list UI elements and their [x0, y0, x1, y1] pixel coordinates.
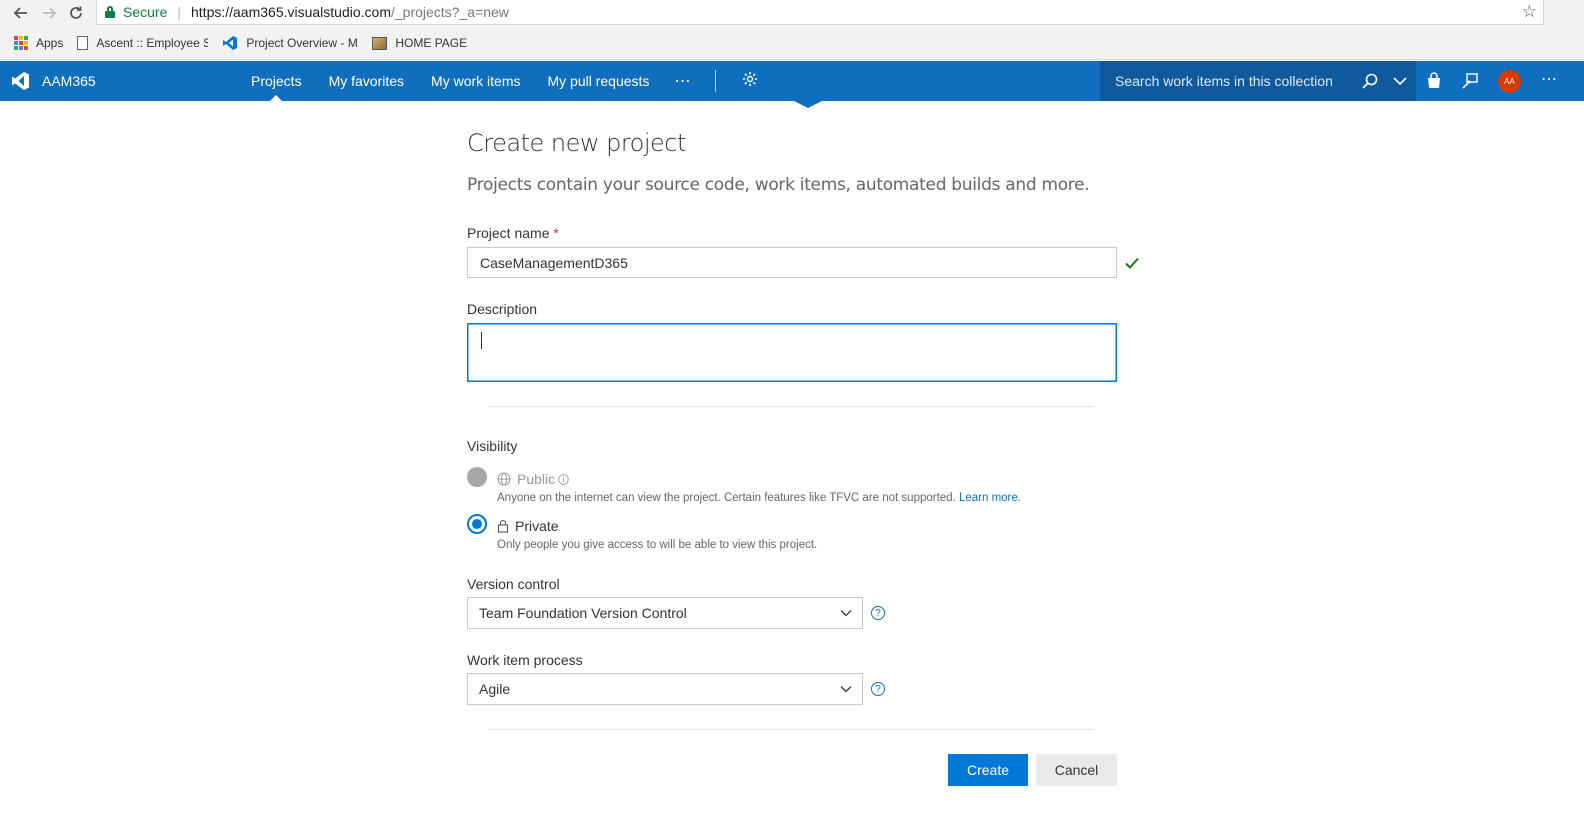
- user-avatar[interactable]: AA: [1498, 70, 1521, 93]
- visibility-public-radio[interactable]: [467, 467, 487, 487]
- more-hubs-ellipsis-icon[interactable]: ⋯: [674, 71, 691, 91]
- hub-label: Projects: [251, 73, 302, 89]
- globe-icon: [497, 472, 511, 486]
- feedback-icon[interactable]: [1461, 72, 1479, 90]
- secure-label: Secure: [123, 4, 168, 20]
- work-item-process-label: Work item process: [467, 652, 583, 668]
- visual-studio-icon: [222, 35, 238, 51]
- bookmark-label: Ascent :: Employee Se: [96, 36, 209, 50]
- url-host: https://aam365.visualstudio.com: [191, 4, 391, 20]
- public-description: Anyone on the internet can view the proj…: [497, 492, 1021, 504]
- description-textarea[interactable]: [467, 323, 1117, 382]
- bookmark-label: Apps: [36, 36, 64, 50]
- version-control-select[interactable]: Team Foundation Version Control: [467, 597, 863, 629]
- version-control-value: Team Foundation Version Control: [479, 605, 687, 621]
- private-description: Only people you give access to will be a…: [497, 539, 818, 551]
- visibility-label: Visibility: [467, 438, 518, 454]
- url-path: /_projects?_a=new: [391, 4, 509, 20]
- bookmark-label: HOME PAGE: [395, 36, 468, 50]
- text-caret: [481, 332, 482, 349]
- hub-my-pull-requests[interactable]: My pull requests: [548, 61, 650, 101]
- lock-icon: [105, 6, 115, 18]
- required-asterisk: *: [553, 225, 559, 241]
- chevron-down-icon: [839, 682, 853, 696]
- address-separator: |: [177, 4, 181, 20]
- work-item-process-value: Agile: [479, 681, 511, 697]
- bookmark-home-page[interactable]: HOME PAGE: [372, 36, 467, 50]
- bookmarks-bar: Apps Ascent :: Employee Se Project Overv…: [0, 27, 1584, 60]
- bookmark-star-icon[interactable]: ☆: [1522, 2, 1537, 22]
- visibility-public-option: Public: [497, 471, 569, 487]
- apps-grid-icon: [14, 36, 28, 50]
- public-description-text: Anyone on the internet can view the proj…: [497, 492, 956, 504]
- create-button[interactable]: Create: [948, 754, 1028, 786]
- private-label: Private: [515, 518, 559, 534]
- info-icon[interactable]: [558, 473, 569, 485]
- settings-gear-icon[interactable]: [742, 71, 758, 92]
- version-control-help-icon[interactable]: ?: [871, 606, 885, 620]
- cancel-button[interactable]: Cancel: [1036, 754, 1117, 786]
- back-arrow-icon[interactable]: [8, 0, 34, 26]
- hub-projects[interactable]: Projects: [251, 61, 302, 101]
- chevron-down-icon: [839, 606, 853, 620]
- description-label: Description: [467, 301, 538, 317]
- brand[interactable]: AAM365: [0, 71, 251, 91]
- project-name-label-text: Project name: [467, 225, 550, 241]
- lock-icon: [497, 519, 509, 533]
- bookmark-label: Project Overview - Mi: [246, 36, 359, 50]
- search-options-chevron-down-icon[interactable]: [1392, 73, 1408, 89]
- search-placeholder: Search work items in this collection: [1115, 73, 1333, 89]
- visibility-private-radio[interactable]: [467, 514, 487, 534]
- hub-label: My pull requests: [547, 73, 650, 89]
- section-divider: [489, 729, 1094, 730]
- marketplace-bag-icon[interactable]: [1425, 72, 1443, 90]
- picture-icon: [372, 36, 388, 50]
- learn-more-link[interactable]: Learn more.: [959, 492, 1021, 504]
- project-name-label: Project name *: [467, 225, 559, 241]
- reload-icon[interactable]: [63, 0, 89, 26]
- section-divider: [489, 406, 1094, 407]
- search-icon[interactable]: [1360, 71, 1380, 91]
- document-icon: [77, 36, 89, 50]
- org-name: AAM365: [42, 73, 96, 89]
- hub-my-work-items[interactable]: My work items: [431, 61, 520, 101]
- work-item-process-help-icon[interactable]: ?: [871, 682, 885, 696]
- bookmark-ascent[interactable]: Ascent :: Employee Se: [77, 36, 208, 50]
- address-bar[interactable]: Secure | https://aam365.visualstudio.com…: [96, 0, 1544, 25]
- version-control-label: Version control: [467, 576, 560, 592]
- project-name-value: CaseManagementD365: [480, 254, 628, 271]
- settings-flyout-pointer: [794, 101, 822, 108]
- bookmark-apps[interactable]: Apps: [14, 36, 63, 50]
- top-navigation-bar: AAM365 Projects My favorites My work ite…: [0, 61, 1584, 101]
- page-title: Create new project: [467, 129, 686, 157]
- valid-checkmark-icon: [1124, 255, 1140, 271]
- hub-label: My favorites: [328, 73, 405, 89]
- header-divider: [715, 70, 717, 92]
- more-options-ellipsis-icon[interactable]: ⋯: [1541, 69, 1558, 89]
- public-label: Public: [517, 471, 556, 487]
- hub-label: My work items: [431, 73, 521, 89]
- work-item-process-select[interactable]: Agile: [467, 673, 863, 705]
- forward-arrow-icon[interactable]: [36, 0, 62, 26]
- page-subtitle: Projects contain your source code, work …: [467, 175, 1090, 195]
- bookmark-project-overview[interactable]: Project Overview - Mi: [222, 35, 358, 51]
- hub-my-favorites[interactable]: My favorites: [329, 61, 404, 101]
- browser-toolbar: Secure | https://aam365.visualstudio.com…: [0, 0, 1584, 27]
- project-name-input[interactable]: CaseManagementD365: [467, 247, 1117, 278]
- visibility-private-option: Private: [497, 518, 559, 534]
- vsts-logo-icon: [10, 71, 32, 91]
